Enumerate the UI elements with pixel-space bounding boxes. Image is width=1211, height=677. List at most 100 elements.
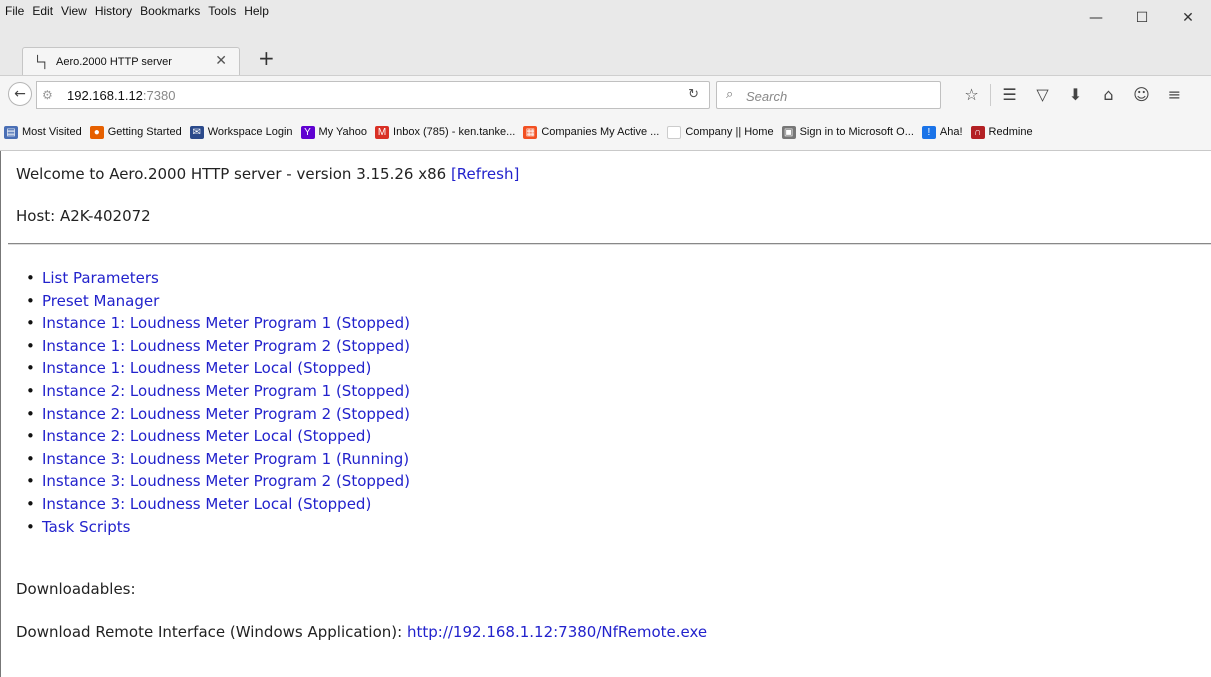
- bookmark-item[interactable]: ✉ Workspace Login: [189, 125, 293, 139]
- bookmark-label: Inbox (785) - ken.tanke...: [393, 126, 516, 138]
- welcome-line: Welcome to Aero.2000 HTTP server - versi…: [16, 165, 519, 183]
- search-bar[interactable]: ⌕: [716, 81, 941, 109]
- most-visited-icon: ▤: [4, 125, 18, 139]
- page-link[interactable]: Instance 3: Loudness Meter Program 2 (St…: [42, 472, 410, 490]
- bookmark-item[interactable]: Y My Yahoo: [300, 125, 368, 139]
- page-link[interactable]: Instance 1: Loudness Meter Program 1 (St…: [42, 314, 410, 332]
- bookmark-item[interactable]: ∩ Redmine: [970, 125, 1033, 139]
- url-text[interactable]: 192.168.1.12:7380: [67, 88, 175, 103]
- maximize-button[interactable]: ☐: [1119, 0, 1165, 36]
- page-favicon-icon: └┐: [34, 55, 49, 69]
- url-port: :7380: [142, 88, 176, 103]
- url-host: 192.168.1.12: [67, 88, 143, 103]
- list-item: Instance 3: Loudness Meter Program 2 (St…: [16, 470, 410, 493]
- page-link[interactable]: Instance 2: Loudness Meter Local (Stoppe…: [42, 427, 371, 445]
- menu-edit[interactable]: Edit: [28, 0, 57, 22]
- menu-tools[interactable]: Tools: [204, 0, 240, 22]
- menu-bookmarks[interactable]: Bookmarks: [136, 0, 204, 22]
- browser-chrome: File Edit View History Bookmarks Tools H…: [0, 0, 1211, 151]
- bookmark-label: Sign in to Microsoft O...: [799, 126, 914, 138]
- link-list: List Parameters Preset Manager Instance 1:…: [16, 267, 410, 538]
- bookmark-item[interactable]: ▣ Sign in to Microsoft O...: [781, 125, 914, 139]
- menu-bar: File Edit View History Bookmarks Tools H…: [0, 0, 1211, 30]
- gmail-icon: M: [375, 125, 390, 139]
- pocket-icon[interactable]: ▽: [1026, 84, 1059, 106]
- refresh-link[interactable]: [Refresh]: [451, 165, 519, 183]
- page-link[interactable]: Instance 2: Loudness Meter Program 1 (St…: [42, 382, 410, 400]
- page-link[interactable]: Instance 2: Loudness Meter Program 2 (St…: [42, 405, 410, 423]
- reload-icon[interactable]: ↻: [688, 87, 699, 102]
- yahoo-icon: Y: [300, 125, 315, 139]
- windows-icon: ▦: [523, 125, 538, 139]
- menu-icon[interactable]: ≡: [1158, 84, 1191, 106]
- bookmark-item[interactable]: ▦ Companies My Active ...: [523, 125, 659, 139]
- content-border: [0, 151, 1, 677]
- page-link[interactable]: Instance 1: Loudness Meter Local (Stoppe…: [42, 359, 371, 377]
- star-icon[interactable]: ☆: [955, 84, 988, 106]
- tab-aero-server[interactable]: └┐ Aero.2000 HTTP server ✕: [22, 47, 240, 77]
- page-link[interactable]: Instance 1: Loudness Meter Program 2 (St…: [42, 337, 410, 355]
- list-item: Instance 3: Loudness Meter Program 1 (Ru…: [16, 448, 410, 471]
- menu-file[interactable]: File: [0, 0, 28, 22]
- close-window-button[interactable]: ✕: [1165, 0, 1211, 36]
- download-label: Download Remote Interface (Windows Appli…: [16, 623, 407, 641]
- mail-icon: ✉: [189, 125, 204, 139]
- list-item: List Parameters: [16, 267, 410, 290]
- firefox-icon: ●: [89, 125, 104, 139]
- welcome-text: Welcome to Aero.2000 HTTP server - versi…: [16, 165, 451, 183]
- menu-help[interactable]: Help: [240, 0, 273, 22]
- site-info-icon[interactable]: ⚙: [42, 88, 53, 102]
- hello-icon[interactable]: ☺: [1125, 84, 1158, 106]
- bookmark-item[interactable]: M Inbox (785) - ken.tanke...: [375, 125, 516, 139]
- page-link[interactable]: Instance 3: Loudness Meter Program 1 (Ru…: [42, 450, 409, 468]
- bookmark-label: Company || Home: [685, 126, 774, 138]
- bookmark-label: Aha!: [939, 126, 963, 138]
- list-item: Preset Manager: [16, 290, 410, 313]
- list-item: Instance 2: Loudness Meter Local (Stoppe…: [16, 425, 410, 448]
- bookmarks-toolbar: ▤ Most Visited ● Getting Started ✉ Workspace …: [0, 114, 1211, 151]
- download-line: Download Remote Interface (Windows Appli…: [16, 623, 707, 641]
- list-item: Instance 2: Loudness Meter Program 1 (St…: [16, 380, 410, 403]
- home-icon[interactable]: ⌂: [1092, 84, 1125, 106]
- list-item: Instance 3: Loudness Meter Local (Stoppe…: [16, 493, 410, 516]
- page-link[interactable]: Preset Manager: [42, 292, 159, 310]
- tab-strip: └┐ Aero.2000 HTTP server ✕ +: [0, 36, 1211, 77]
- download-icon[interactable]: ⬇: [1059, 84, 1092, 106]
- search-input[interactable]: [744, 86, 933, 106]
- page-link[interactable]: Task Scripts: [42, 518, 130, 536]
- list-item: Instance 2: Loudness Meter Program 2 (St…: [16, 403, 410, 426]
- back-button[interactable]: ←: [8, 82, 32, 106]
- menu-view[interactable]: View: [57, 0, 91, 22]
- bookmark-label: Getting Started: [107, 126, 182, 138]
- page-content: Welcome to Aero.2000 HTTP server - versi…: [0, 151, 1211, 677]
- search-icon: ⌕: [726, 87, 734, 102]
- page-link[interactable]: Instance 3: Loudness Meter Local (Stoppe…: [42, 495, 371, 513]
- download-link[interactable]: http://192.168.1.12:7380/NfRemote.exe: [407, 623, 707, 641]
- toolbar-icons: ☆ ☰ ▽ ⬇ ⌂ ☺ ≡: [955, 84, 1191, 106]
- blank-page-icon: [667, 125, 682, 139]
- list-item: Instance 1: Loudness Meter Local (Stoppe…: [16, 357, 410, 380]
- microsoft-icon: ▣: [781, 125, 796, 139]
- url-bar[interactable]: ⚙ 192.168.1.12:7380 ↻: [36, 81, 710, 109]
- close-tab-icon[interactable]: ✕: [215, 53, 227, 69]
- bookmark-label: Most Visited: [22, 126, 82, 138]
- menu-history[interactable]: History: [91, 0, 136, 22]
- page-link[interactable]: List Parameters: [42, 269, 159, 287]
- reading-list-icon[interactable]: ☰: [993, 84, 1026, 106]
- list-item: Instance 1: Loudness Meter Program 2 (St…: [16, 335, 410, 358]
- bookmark-label: My Yahoo: [318, 126, 368, 138]
- list-item: Task Scripts: [16, 516, 410, 539]
- bookmark-item[interactable]: ! Aha!: [921, 125, 963, 139]
- new-tab-button[interactable]: +: [258, 48, 275, 68]
- bookmark-item[interactable]: ● Getting Started: [89, 125, 182, 139]
- tab-title: Aero.2000 HTTP server: [56, 56, 172, 68]
- toolbar-separator: [990, 84, 991, 106]
- left-arrow-icon: ←: [14, 86, 26, 102]
- minimize-button[interactable]: —: [1073, 0, 1119, 36]
- host-text: Host: A2K-402072: [16, 207, 151, 225]
- bookmark-item[interactable]: Company || Home: [667, 125, 774, 139]
- redmine-icon: ∩: [970, 125, 985, 139]
- bookmark-item[interactable]: ▤ Most Visited: [4, 125, 82, 139]
- downloadables-heading: Downloadables:: [16, 580, 136, 598]
- window-controls: — ☐ ✕: [1073, 0, 1211, 36]
